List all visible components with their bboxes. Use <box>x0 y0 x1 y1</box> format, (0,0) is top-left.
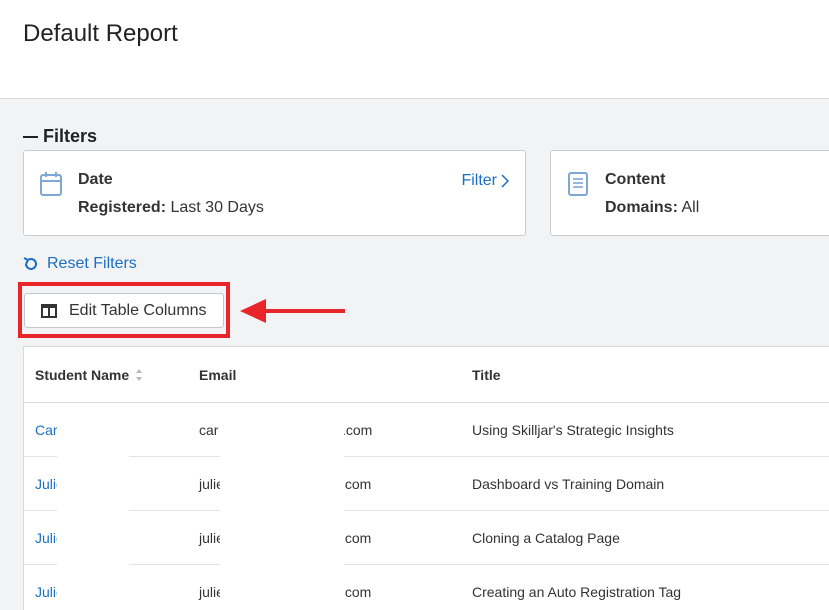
page-title: Default Report <box>23 20 178 47</box>
column-header-title[interactable]: Title <box>472 367 501 383</box>
report-table: Student Name Email Title Car car .com Us… <box>23 346 829 610</box>
redaction-block <box>57 421 129 610</box>
edit-table-columns-button[interactable]: Edit Table Columns <box>24 293 224 328</box>
date-card-value-text: Last 30 Days <box>170 199 264 216</box>
date-filter-card: Date Registered: Last 30 Days Filter <box>23 150 526 236</box>
table-row: Julie e julie c.com Creating an Auto Reg… <box>24 565 829 610</box>
annotation-arrow <box>240 299 345 323</box>
date-card-value-label: Registered: <box>78 199 167 216</box>
book-icon <box>566 171 590 197</box>
title-cell: Dashboard vs Training Domain <box>472 476 665 492</box>
content-card-value: Domains: All <box>605 199 699 217</box>
page-header: Default Report <box>0 0 829 99</box>
reset-icon <box>23 257 37 270</box>
reset-filters-link[interactable]: Reset Filters <box>23 255 137 273</box>
content-filter-card: Content Domains: All <box>550 150 829 236</box>
email-cell-end: .com <box>342 422 373 438</box>
content-card-title: Content <box>605 171 666 188</box>
calendar-icon <box>39 171 63 197</box>
title-cell: Creating an Auto Registration Tag <box>472 584 682 600</box>
email-cell-start: car <box>199 422 219 438</box>
student-name-link[interactable]: Car <box>35 422 58 438</box>
chevron-right-icon <box>501 174 509 188</box>
table-row: Car car .com Using Skilljar's Strategic … <box>24 403 829 457</box>
date-filter-link[interactable]: Filter <box>461 172 509 190</box>
sort-icon <box>136 369 143 381</box>
content-card-value-text: All <box>681 199 700 216</box>
column-header-label: Student Name <box>35 367 130 383</box>
content-card-value-label: Domains: <box>605 199 678 216</box>
title-cell: Cloning a Catalog Page <box>472 530 620 546</box>
filters-heading[interactable]: Filters <box>23 126 97 147</box>
edit-table-columns-label: Edit Table Columns <box>69 301 207 319</box>
collapse-icon <box>23 135 38 138</box>
date-filter-link-label: Filter <box>461 172 497 189</box>
filters-heading-label: Filters <box>43 126 98 146</box>
columns-icon <box>41 303 57 318</box>
redaction-block <box>220 421 344 610</box>
date-card-title: Date <box>78 171 113 188</box>
title-cell: Using Skilljar's Strategic Insights <box>472 422 674 438</box>
table-row: Julie e julie c.com Dashboard vs Trainin… <box>24 457 829 511</box>
reset-filters-label: Reset Filters <box>47 255 137 272</box>
column-header-student-name[interactable]: Student Name <box>35 367 143 383</box>
date-card-value: Registered: Last 30 Days <box>78 199 264 217</box>
table-row: Julie e julie c.com Cloning a Catalog Pa… <box>24 511 829 565</box>
column-header-email[interactable]: Email <box>199 367 236 383</box>
table-header: Student Name Email Title <box>24 347 829 403</box>
